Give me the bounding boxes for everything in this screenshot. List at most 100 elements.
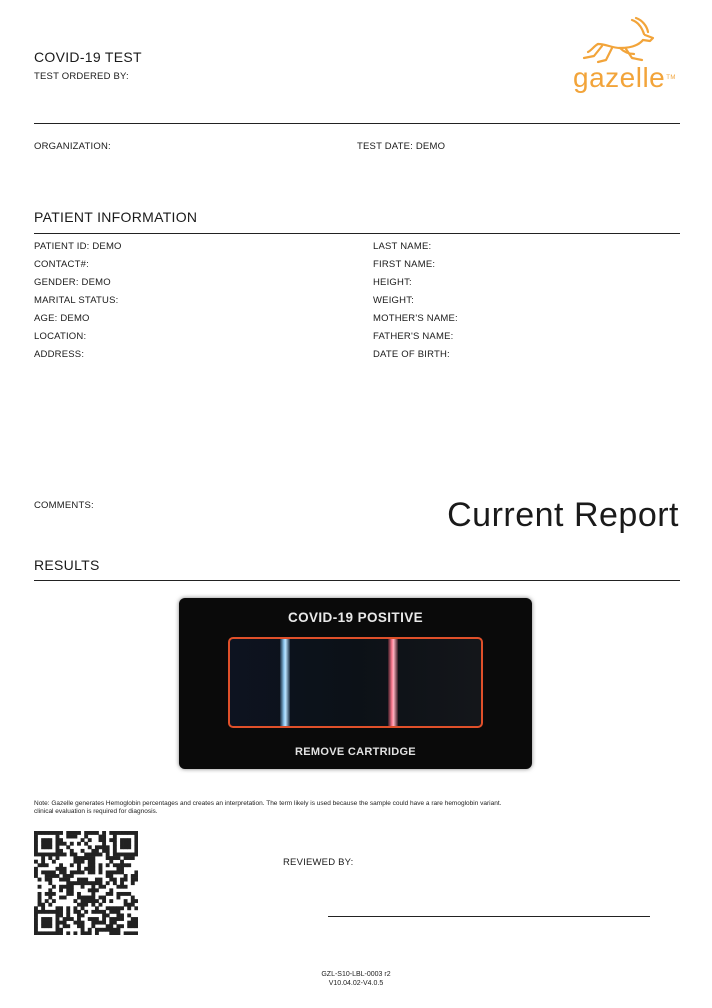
qr-module bbox=[55, 920, 60, 925]
qr-module bbox=[69, 831, 74, 835]
control-band bbox=[280, 639, 290, 726]
qr-module bbox=[41, 924, 46, 929]
qr-module bbox=[102, 834, 107, 839]
qr-module bbox=[130, 881, 135, 886]
qr-module bbox=[105, 863, 110, 868]
qr-module bbox=[116, 924, 121, 929]
qr-module bbox=[80, 848, 85, 853]
qr-module bbox=[80, 870, 85, 875]
qr-module bbox=[123, 902, 128, 907]
qr-module bbox=[112, 848, 117, 853]
qr-module bbox=[73, 906, 78, 911]
qr-module bbox=[134, 906, 139, 911]
qr-module bbox=[62, 917, 67, 921]
qr-module bbox=[66, 888, 71, 893]
qr-module bbox=[37, 831, 42, 835]
qr-module bbox=[84, 931, 89, 936]
qr-module bbox=[34, 834, 38, 839]
qr-module bbox=[130, 917, 135, 921]
qr-module bbox=[55, 913, 60, 918]
qr-module bbox=[59, 920, 63, 925]
qr-module bbox=[34, 870, 38, 875]
qr-module bbox=[112, 906, 117, 911]
qr-module bbox=[120, 870, 124, 875]
qr-module bbox=[55, 906, 60, 911]
qr-module bbox=[55, 909, 60, 914]
patient-field-right: HEIGHT: bbox=[373, 277, 412, 288]
qr-module bbox=[134, 870, 139, 875]
qr-module bbox=[109, 909, 114, 914]
qr-module bbox=[109, 859, 114, 864]
qr-module bbox=[102, 899, 107, 904]
qr-module bbox=[44, 841, 49, 846]
qr-module bbox=[105, 870, 110, 875]
qr-module bbox=[91, 902, 96, 907]
qr-module bbox=[62, 852, 67, 857]
qr-module bbox=[73, 852, 78, 857]
qr-module bbox=[91, 863, 96, 868]
qr-module bbox=[66, 874, 71, 878]
qr-module bbox=[34, 848, 38, 853]
qr-module bbox=[69, 863, 74, 868]
patient-field-right: FIRST NAME: bbox=[373, 259, 436, 270]
qr-module bbox=[44, 838, 49, 843]
qr-module bbox=[59, 838, 63, 843]
qr-module bbox=[112, 909, 117, 914]
qr-module bbox=[59, 927, 63, 932]
qr-module bbox=[98, 895, 103, 900]
note-line-2: clinical evaluation is required for diag… bbox=[34, 808, 158, 815]
qr-module bbox=[48, 888, 53, 893]
qr-module bbox=[44, 917, 49, 921]
qr-module bbox=[112, 845, 117, 850]
qr-module bbox=[69, 917, 74, 921]
qr-module bbox=[134, 931, 139, 936]
qr-module bbox=[87, 899, 92, 904]
qr-module bbox=[62, 841, 67, 846]
qr-module bbox=[34, 831, 38, 835]
test-date-label: TEST DATE: DEMO bbox=[357, 141, 446, 152]
qr-module bbox=[66, 924, 71, 929]
qr-module bbox=[120, 906, 124, 911]
qr-module bbox=[51, 884, 56, 889]
qr-module bbox=[98, 877, 103, 882]
qr-module bbox=[80, 881, 85, 886]
qr-module bbox=[105, 874, 110, 878]
qr-module bbox=[123, 931, 128, 936]
qr-module bbox=[87, 856, 92, 860]
qr-module bbox=[73, 909, 78, 914]
qr-module bbox=[77, 881, 81, 886]
qr-module bbox=[69, 841, 74, 846]
qr-module bbox=[94, 927, 99, 932]
qr-module bbox=[48, 881, 53, 886]
qr-module bbox=[41, 845, 46, 850]
qr-module bbox=[80, 895, 85, 900]
qr-module bbox=[55, 845, 60, 850]
qr-module bbox=[59, 831, 63, 835]
qr-module bbox=[109, 899, 114, 904]
qr-module bbox=[41, 856, 46, 860]
qr-module bbox=[69, 834, 74, 839]
patient-field-left: AGE: DEMO bbox=[34, 313, 90, 324]
qr-module bbox=[112, 831, 117, 835]
qr-module bbox=[48, 931, 53, 936]
qr-module bbox=[94, 920, 99, 925]
qr-module bbox=[91, 899, 96, 904]
qr-module bbox=[41, 841, 46, 846]
qr-module bbox=[77, 870, 81, 875]
qr-module bbox=[120, 845, 124, 850]
qr-module bbox=[62, 895, 67, 900]
qr-module bbox=[94, 888, 99, 893]
qr-module bbox=[51, 859, 56, 864]
qr-module bbox=[87, 870, 92, 875]
qr-module bbox=[34, 874, 38, 878]
qr-module bbox=[84, 866, 89, 871]
qr-module bbox=[73, 859, 78, 864]
qr-module bbox=[87, 881, 92, 886]
qr-module bbox=[116, 891, 121, 896]
test-device-screen: COVID-19 POSITIVE REMOVE CARTRIDGE bbox=[179, 598, 532, 769]
qr-module bbox=[123, 856, 128, 860]
qr-module bbox=[109, 877, 114, 882]
qr-module bbox=[62, 877, 67, 882]
qr-module bbox=[130, 856, 135, 860]
qr-module bbox=[37, 877, 42, 882]
